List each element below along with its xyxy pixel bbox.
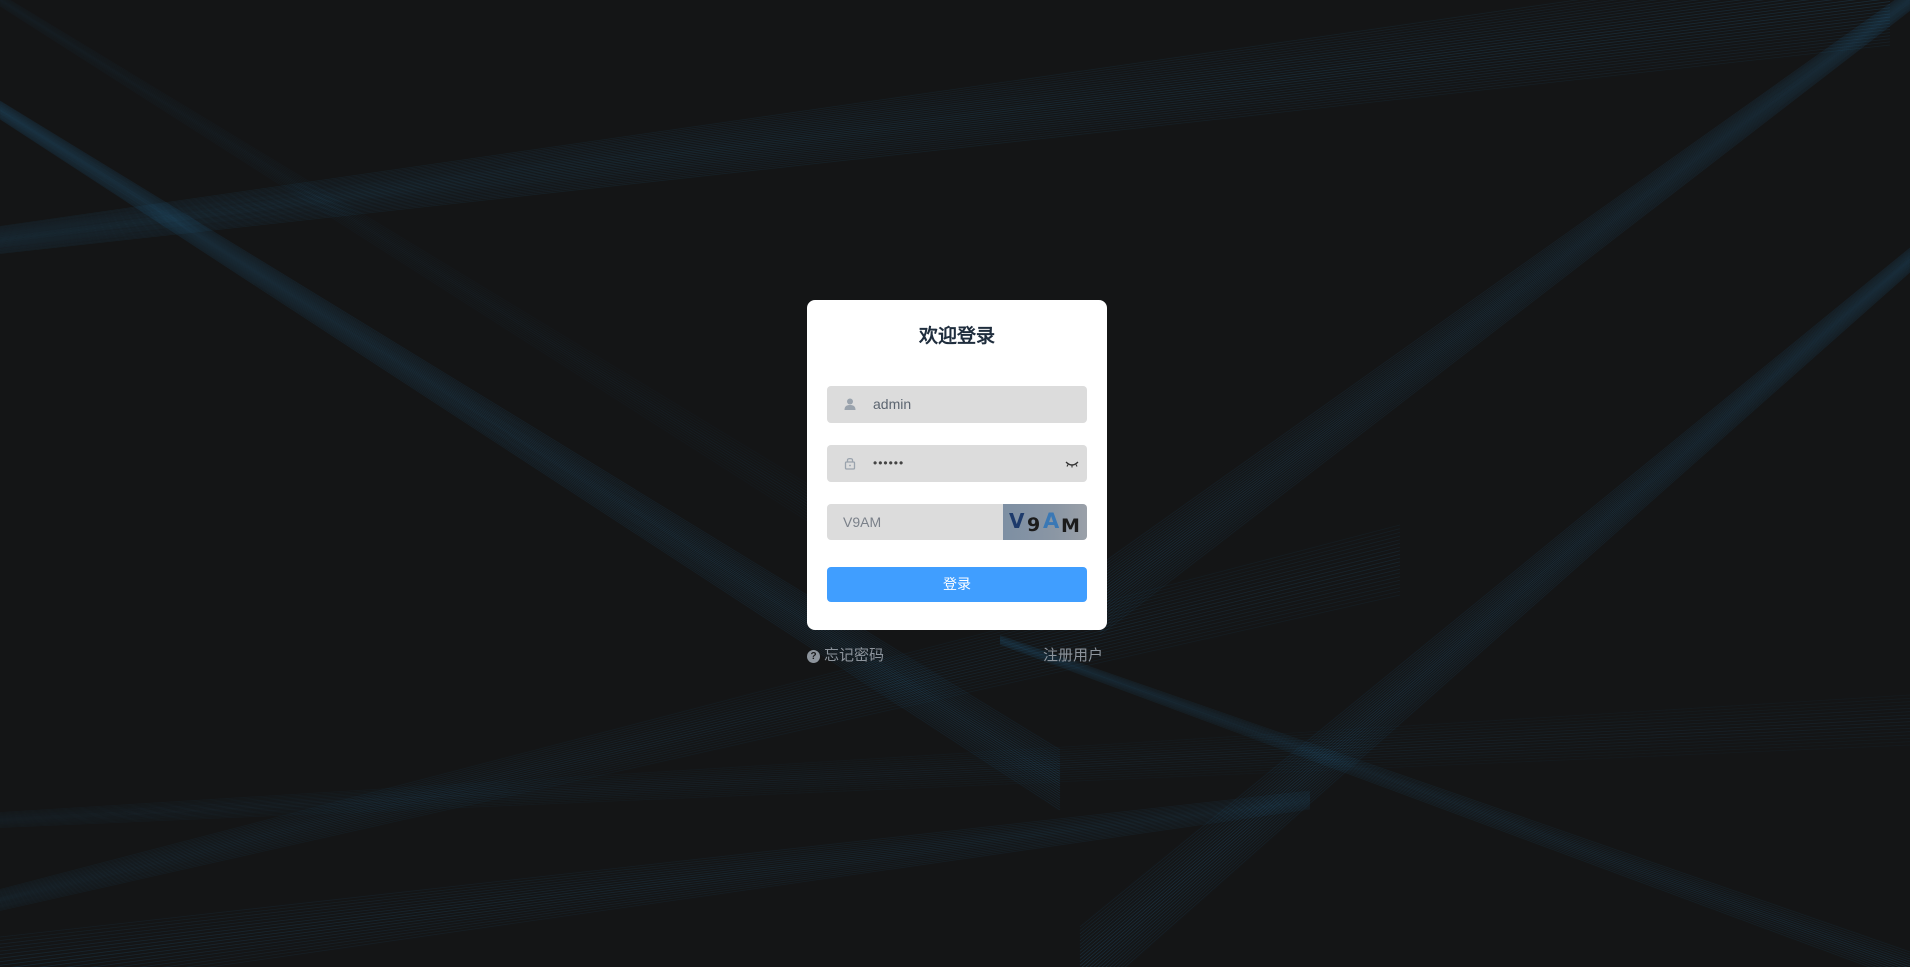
- background-line: [999, 637, 1910, 962]
- background-line: [0, 579, 1401, 907]
- background-line: [1099, 0, 1910, 599]
- login-card: 欢迎登录 admin •••••• V9AM V 9 A M 登录: [807, 300, 1107, 630]
- password-input[interactable]: ••••••: [873, 445, 904, 482]
- question-circle-icon: ?: [807, 650, 820, 663]
- username-input[interactable]: admin: [873, 386, 911, 423]
- background-line: [999, 635, 1910, 953]
- background-line: [0, 557, 1401, 900]
- register-user-link[interactable]: 注册用户: [1043, 646, 1103, 666]
- background-line: [10, 800, 1311, 967]
- background-line: [0, 2, 901, 572]
- forgot-password-link[interactable]: ? 忘记密码: [807, 646, 884, 666]
- captcha-char: M: [1061, 515, 1080, 537]
- background-line: [1079, 251, 1910, 942]
- background-line: [0, 1, 901, 569]
- background-line: [7, 0, 901, 544]
- background-line: [0, 590, 1401, 910]
- user-icon: [843, 397, 857, 411]
- captcha-char: V: [1009, 509, 1025, 533]
- background-line: [0, 524, 1401, 890]
- background-line: [0, 727, 1910, 823]
- background-line: [1079, 258, 1910, 963]
- background-line: [999, 635, 1910, 955]
- background-line: [999, 638, 1910, 964]
- background-line: [0, 535, 1401, 894]
- background-line: [0, 0, 901, 559]
- background-line: [0, 737, 1910, 826]
- background-line: [0, 565, 1401, 903]
- background-line: [0, 3, 901, 575]
- background-line: [1079, 254, 1910, 952]
- background-line: [0, 731, 1910, 824]
- background-line: [1099, 6, 1910, 625]
- eye-closed-icon[interactable]: [1065, 457, 1079, 469]
- background-line: [0, 1, 901, 565]
- background-line: [0, 711, 1910, 818]
- background-line: [1079, 257, 1910, 959]
- background-line: [0, 795, 1311, 956]
- background-line: [0, 587, 1401, 909]
- background-line: [0, 721, 1910, 821]
- background-line: [1099, 0, 1910, 605]
- background-line: [0, 4, 1891, 242]
- captcha-input[interactable]: V9AM: [843, 504, 881, 540]
- background-line: [1099, 9, 1910, 633]
- background-line: [89, 803, 1311, 967]
- login-title: 欢迎登录: [918, 325, 995, 347]
- background-line: [999, 639, 1908, 967]
- lock-icon: [843, 456, 857, 470]
- background-line: [0, 19, 1891, 247]
- background-line: [113, 804, 1311, 967]
- background-line: [0, 796, 1311, 959]
- background-line: [0, 793, 1311, 948]
- background-line: [1079, 249, 1910, 935]
- background-line: [0, 0, 1881, 240]
- background-line: [0, 4, 901, 578]
- background-line: [0, 0, 901, 562]
- background-line: [0, 1, 1891, 241]
- captcha-char: A: [1043, 509, 1060, 533]
- background-line: [1099, 2, 1910, 611]
- background-line: [0, 741, 1910, 827]
- background-line: [1099, 4, 1910, 616]
- background-line: [1099, 10, 1910, 636]
- captcha-image[interactable]: V9AM: [1003, 504, 1087, 540]
- background-line: [0, 16, 1891, 246]
- background-line: [1079, 250, 1910, 938]
- password-field[interactable]: ••••••: [827, 445, 1087, 482]
- captcha-char: 9: [1027, 514, 1040, 536]
- background-line: [0, 701, 1910, 815]
- background-line: [0, 734, 1910, 825]
- background-line: [1099, 8, 1910, 630]
- background-line: [0, 32, 1891, 251]
- background-line: [1079, 253, 1910, 949]
- background-line: [1081, 260, 1910, 967]
- captcha-characters: V9AM: [1009, 509, 1080, 537]
- captcha-field[interactable]: V9AM: [827, 504, 1003, 540]
- background-line: [1099, 7, 1910, 627]
- background-line: [0, 707, 1910, 817]
- username-field[interactable]: admin: [827, 386, 1087, 423]
- background-line: [0, 0, 1788, 237]
- background-line: [1099, 5, 1910, 622]
- background-line: [0, 550, 1401, 898]
- background-line: [0, 539, 1401, 895]
- background-line: [0, 35, 1891, 252]
- background-line: [0, 5, 901, 581]
- background-line: [0, 717, 1910, 820]
- background-line: [0, 697, 1910, 814]
- background-line: [0, 543, 1401, 896]
- forgot-password-label: 忘记密码: [824, 647, 885, 664]
- background-line: [2, 0, 901, 553]
- background-line: [0, 792, 1311, 945]
- background-line: [999, 636, 1910, 957]
- background-line: [0, 572, 1401, 905]
- login-button[interactable]: 登录: [827, 567, 1087, 602]
